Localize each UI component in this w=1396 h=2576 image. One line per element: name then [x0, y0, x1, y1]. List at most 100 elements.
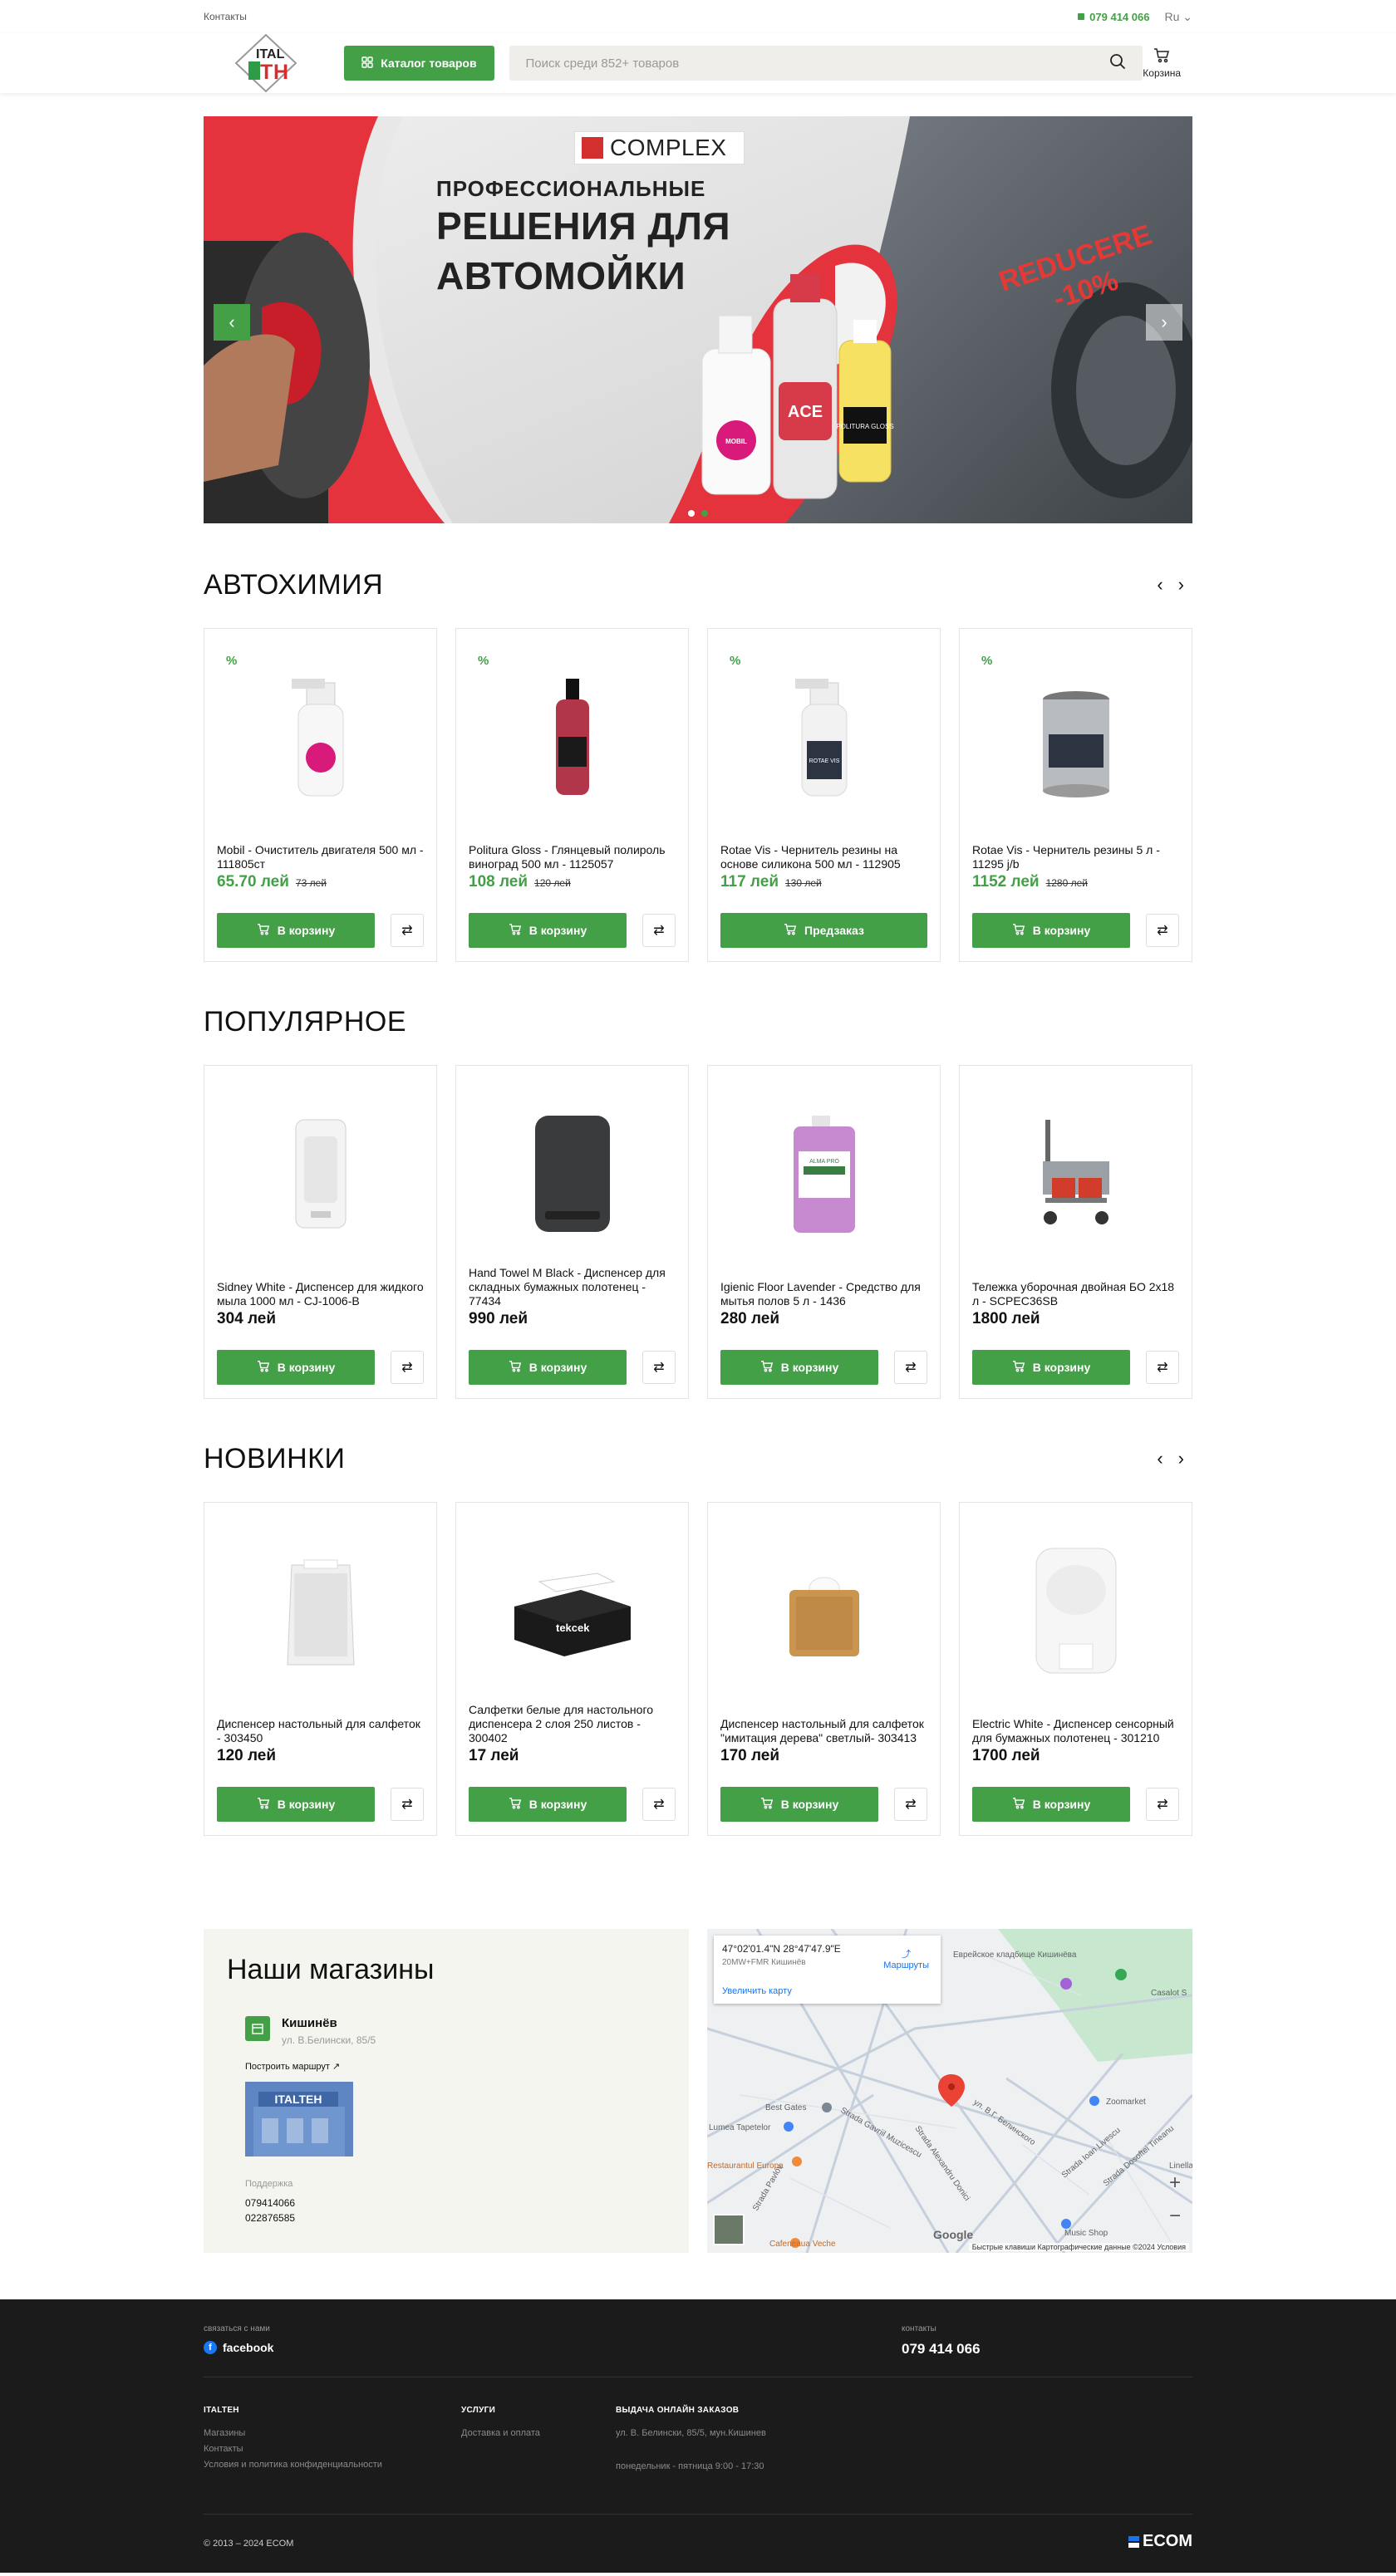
product-image[interactable]: [469, 1095, 676, 1253]
compare-button[interactable]: ⇄: [642, 1788, 676, 1821]
zoom-in-button[interactable]: +: [1164, 2171, 1186, 2195]
language-switcher[interactable]: Ru ⌄: [1164, 10, 1192, 24]
product-name[interactable]: Electric White - Диспенсер сенсорный для…: [972, 1717, 1179, 1745]
product-name[interactable]: Hand Towel M Black - Диспенсер для склад…: [469, 1266, 676, 1308]
product-card[interactable]: % Politura Gloss - Глянцевый полироль ви…: [455, 628, 689, 962]
store-map[interactable]: Best Gates Zoomarket Cafeneaua Veche Mus…: [707, 1929, 1192, 2253]
contacts-link[interactable]: Контакты: [204, 11, 247, 22]
compare-button[interactable]: ⇄: [1146, 914, 1179, 947]
product-card[interactable]: Тележка уборочная двойная БО 2x18 л - SC…: [959, 1065, 1192, 1399]
footer-link-contacts[interactable]: Контакты: [204, 2444, 382, 2454]
add-to-cart-button[interactable]: В корзину: [972, 1787, 1130, 1822]
product-name[interactable]: Rotae Vis - Чернитель резины 5 л - 11295…: [972, 843, 1179, 871]
map-layer-toggle[interactable]: [713, 2214, 745, 2245]
product-image[interactable]: [972, 658, 1179, 816]
footer-link-delivery[interactable]: Доставка и оплата: [461, 2428, 540, 2438]
add-to-cart-button[interactable]: В корзину: [972, 913, 1130, 948]
banner-next-button[interactable]: ›: [1146, 304, 1182, 341]
stores-info: Наши магазины Кишинёв ул. В.Белински, 85…: [204, 1929, 689, 2253]
support-phone[interactable]: 079414066: [245, 2196, 666, 2210]
product-card[interactable]: % Mobil - Очиститель двигателя 500 мл - …: [204, 628, 437, 962]
product-image[interactable]: tekcek: [469, 1532, 676, 1690]
product-image[interactable]: [972, 1532, 1179, 1690]
promo-banner[interactable]: MOBIL ACE POLITURA GLOSS COMPLEX ПРОФЕСС…: [204, 116, 1192, 523]
product-card[interactable]: Electric White - Диспенсер сенсорный для…: [959, 1502, 1192, 1836]
product-name[interactable]: Диспенсер настольный для салфеток "имита…: [720, 1717, 927, 1745]
compare-button[interactable]: ⇄: [642, 1351, 676, 1384]
compare-button[interactable]: ⇄: [894, 1351, 927, 1384]
product-image[interactable]: ROTAE VIS: [720, 658, 927, 816]
top-phone[interactable]: 079 414 066: [1078, 11, 1149, 23]
facebook-link[interactable]: f facebook: [204, 2341, 273, 2354]
product-image[interactable]: [972, 1095, 1179, 1253]
compare-button[interactable]: ⇄: [391, 914, 424, 947]
product-name[interactable]: Тележка уборочная двойная БО 2x18 л - SC…: [972, 1280, 1179, 1308]
product-card[interactable]: Диспенсер настольный для салфеток - 3034…: [204, 1502, 437, 1836]
product-card[interactable]: Sidney White - Диспенсер для жидкого мыл…: [204, 1065, 437, 1399]
product-name[interactable]: Politura Gloss - Глянцевый полироль вино…: [469, 843, 676, 871]
zoom-out-button[interactable]: −: [1164, 2205, 1186, 2228]
product-name[interactable]: Салфетки белые для настольного диспенсер…: [469, 1703, 676, 1745]
add-to-cart-button[interactable]: В корзину: [217, 1787, 375, 1822]
enlarge-map-link[interactable]: Увеличить карту: [722, 1986, 792, 1996]
product-card[interactable]: Диспенсер настольный для салфеток "имита…: [707, 1502, 941, 1836]
chevron-right-icon[interactable]: ›: [1178, 1448, 1184, 1470]
search-icon[interactable]: [1109, 53, 1126, 74]
compare-button[interactable]: ⇄: [391, 1351, 424, 1384]
compare-button[interactable]: ⇄: [894, 1788, 927, 1821]
add-to-cart-button[interactable]: В корзину: [469, 913, 627, 948]
ecom-logo[interactable]: ECOM: [1128, 2532, 1192, 2551]
product-card[interactable]: ALMA PRO Igienic Floor Lavender - Средст…: [707, 1065, 941, 1399]
product-name[interactable]: Rotae Vis - Чернитель резины на основе с…: [720, 843, 927, 871]
footer-link-stores[interactable]: Магазины: [204, 2428, 382, 2438]
add-to-cart-button[interactable]: В корзину: [972, 1350, 1130, 1385]
compare-button[interactable]: ⇄: [642, 914, 676, 947]
compare-button[interactable]: ⇄: [391, 1788, 424, 1821]
product-card[interactable]: tekcek Салфетки белые для настольного ди…: [455, 1502, 689, 1836]
store-item[interactable]: Кишинёв ул. В.Белински, 85/5: [245, 2016, 666, 2046]
map-directions[interactable]: ⤴ Маршруты: [883, 1947, 929, 1970]
map-place-label: Music Shop: [1064, 2229, 1108, 2238]
product-image[interactable]: [217, 1532, 424, 1690]
product-image[interactable]: [217, 1095, 424, 1253]
product-image[interactable]: [217, 658, 424, 816]
cart-button[interactable]: Корзина: [1143, 47, 1192, 79]
cart-icon: [257, 1360, 270, 1375]
build-route-link[interactable]: Построить маршрут ↗: [245, 2061, 666, 2072]
footer-link-privacy[interactable]: Условия и политика конфиденциальности: [204, 2460, 382, 2470]
product-card[interactable]: % ROTAE VIS Rotae Vis - Чернитель резины…: [707, 628, 941, 962]
product-name[interactable]: Igienic Floor Lavender - Средство для мы…: [720, 1280, 927, 1308]
product-image[interactable]: [469, 658, 676, 816]
add-to-cart-button[interactable]: В корзину: [469, 1787, 627, 1822]
preorder-button[interactable]: Предзаказ: [720, 913, 927, 948]
map-attribution[interactable]: Быстрые клавиши Картографические данные …: [968, 2243, 1189, 2251]
search-input[interactable]: [525, 56, 1025, 71]
store-photo[interactable]: ITALTEH: [245, 2082, 353, 2156]
site-logo[interactable]: ITAL T H: [204, 33, 327, 93]
product-name[interactable]: Mobil - Очиститель двигателя 500 мл - 11…: [217, 843, 424, 871]
product-image[interactable]: [720, 1532, 927, 1690]
chevron-right-icon[interactable]: ›: [1178, 574, 1184, 596]
compare-button[interactable]: ⇄: [1146, 1351, 1179, 1384]
chevron-left-icon[interactable]: ‹: [1157, 1448, 1163, 1470]
product-image[interactable]: ALMA PRO: [720, 1095, 927, 1253]
product-name[interactable]: Sidney White - Диспенсер для жидкого мыл…: [217, 1280, 424, 1308]
map-place-label: Zoomarket: [1106, 2098, 1146, 2107]
compare-button[interactable]: ⇄: [1146, 1788, 1179, 1821]
banner-dot-1[interactable]: [688, 510, 695, 517]
product-card[interactable]: % Rotae Vis - Чернитель резины 5 л - 112…: [959, 628, 1192, 962]
catalog-button[interactable]: Каталог товаров: [344, 46, 494, 81]
add-to-cart-button[interactable]: В корзину: [720, 1350, 878, 1385]
banner-prev-button[interactable]: ‹: [214, 304, 250, 341]
add-to-cart-label: В корзину: [528, 1361, 587, 1374]
chevron-left-icon[interactable]: ‹: [1157, 574, 1163, 596]
add-to-cart-button[interactable]: В корзину: [217, 913, 375, 948]
support-phone[interactable]: 022876585: [245, 2210, 666, 2225]
add-to-cart-button[interactable]: В корзину: [217, 1350, 375, 1385]
product-name[interactable]: Диспенсер настольный для салфеток - 3034…: [217, 1717, 424, 1745]
banner-dot-2[interactable]: [701, 510, 708, 517]
product-card[interactable]: Hand Towel M Black - Диспенсер для склад…: [455, 1065, 689, 1399]
add-to-cart-button[interactable]: В корзину: [469, 1350, 627, 1385]
footer-phone[interactable]: 079 414 066: [902, 2341, 981, 2358]
add-to-cart-button[interactable]: В корзину: [720, 1787, 878, 1822]
